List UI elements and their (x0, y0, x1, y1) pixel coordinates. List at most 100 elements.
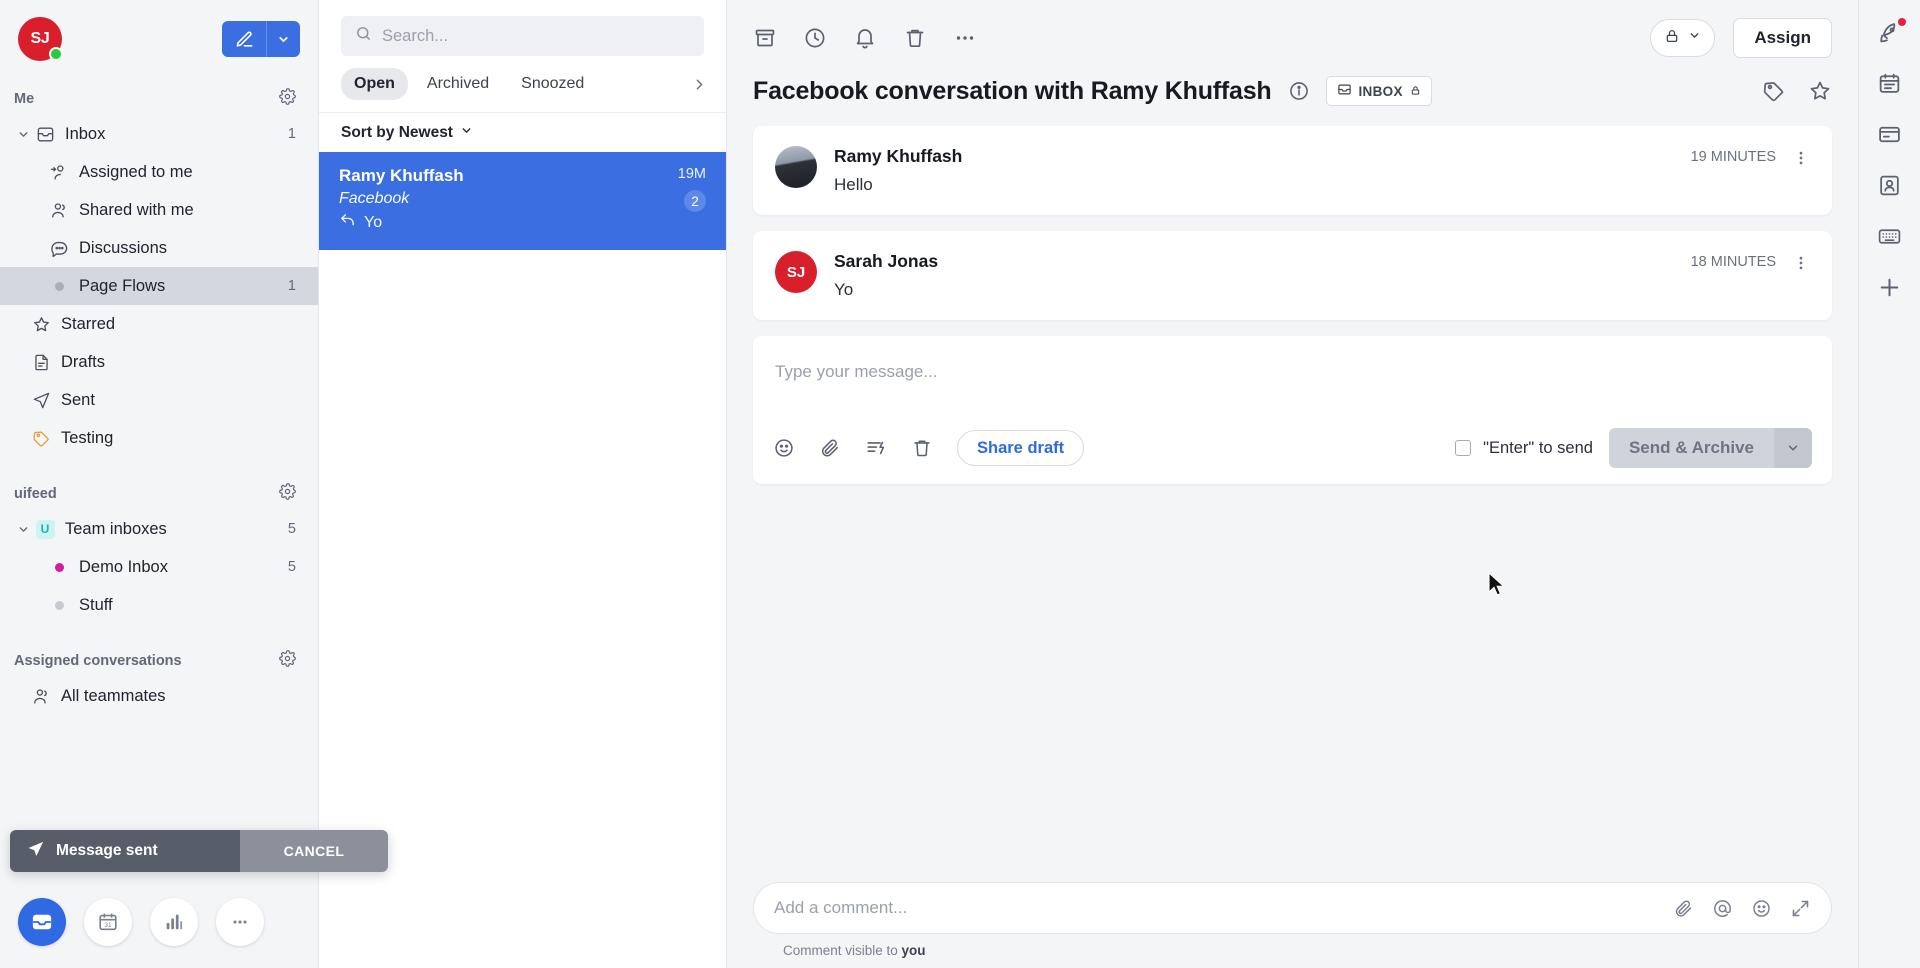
bell-icon[interactable] (853, 26, 877, 50)
star-icon[interactable] (1808, 79, 1832, 103)
sidebar-item-team-inboxes[interactable]: U Team inboxes 5 (0, 510, 318, 548)
people-icon (46, 201, 72, 220)
sidebar-item-discussions[interactable]: Discussions (0, 229, 318, 267)
dock-more-icon[interactable] (216, 898, 264, 946)
sidebar-item-stuff[interactable]: Stuff (0, 586, 318, 624)
message-input[interactable]: Type your message... (753, 336, 1832, 428)
message-author: Sarah Jonas (834, 251, 939, 271)
toast-text: Message sent (56, 842, 158, 859)
contact-icon[interactable] (1877, 173, 1902, 198)
search-box[interactable] (341, 16, 704, 56)
sidebar-item-label: Sent (61, 390, 95, 409)
conversation-snippet-text: Yo (364, 214, 383, 231)
sidebar-item-sent[interactable]: Sent (0, 381, 318, 419)
plus-icon[interactable] (1877, 275, 1902, 300)
gear-icon[interactable] (279, 650, 296, 671)
inbox-icon (32, 125, 58, 144)
compose-button[interactable] (222, 21, 266, 57)
canned-response-icon[interactable] (865, 437, 887, 459)
sidebar-item-assigned-to-me[interactable]: Assigned to me (0, 153, 318, 191)
sidebar-item-drafts[interactable]: Drafts (0, 343, 318, 381)
dock-analytics-icon[interactable] (150, 898, 198, 946)
tab-open[interactable]: Open (341, 68, 408, 100)
emoji-icon[interactable] (1751, 898, 1772, 919)
sidebar-item-demo-inbox[interactable]: Demo Inbox 5 (0, 548, 318, 586)
dock-inbox-icon[interactable] (18, 898, 66, 946)
sidebar-item-inbox[interactable]: Inbox 1 (0, 115, 318, 153)
keyboard-icon[interactable] (1877, 224, 1902, 249)
conversation-toolbar: Assign (727, 0, 1858, 76)
inbox-chip[interactable]: INBOX (1325, 76, 1432, 106)
avatar[interactable]: SJ (18, 17, 63, 61)
calendar-day-icon[interactable] (1877, 71, 1902, 96)
notification-dot (1898, 18, 1906, 26)
gear-icon[interactable] (279, 483, 296, 504)
toolbar-right: Assign (1650, 18, 1832, 58)
expand-icon[interactable] (1790, 898, 1811, 919)
compose-dropdown-button[interactable] (266, 21, 300, 57)
sidebar-item-label: Shared with me (79, 200, 194, 219)
comment-input[interactable]: Add a comment... (774, 898, 1655, 918)
send-icon (27, 840, 45, 863)
list-item[interactable]: Ramy Khuffash Facebook Yo 19M 2 (319, 152, 726, 250)
sidebar-item-all-teammates[interactable]: All teammates (0, 677, 318, 715)
sidebar-item-label: Drafts (61, 352, 106, 371)
message-thread: Ramy Khuffash Hello 19 MINUTES SJ Sarah … (727, 126, 1858, 882)
chevron-down-icon[interactable] (14, 128, 32, 141)
message-timestamp: 18 MINUTES (1690, 254, 1776, 270)
trash-icon[interactable] (911, 437, 933, 459)
rocket-icon[interactable] (1877, 18, 1906, 45)
sidebar-item-page-flows[interactable]: Page Flows 1 (0, 267, 318, 305)
visibility-lock-button[interactable] (1650, 19, 1716, 57)
trash-icon[interactable] (903, 26, 927, 50)
more-horizontal-icon[interactable] (953, 26, 977, 50)
attachment-icon[interactable] (819, 437, 841, 459)
sidebar-item-testing[interactable]: Testing (0, 419, 318, 457)
conversation-list: Open Archived Snoozed Sort by Newest Ram… (319, 0, 727, 968)
chevron-down-icon[interactable] (14, 523, 32, 536)
enter-to-send-label: "Enter" to send (1483, 438, 1593, 457)
message-more-icon[interactable] (1792, 149, 1810, 167)
comment-dock: Add a comment... Comment visible to you (727, 882, 1858, 968)
enter-to-send-toggle[interactable]: "Enter" to send (1455, 439, 1593, 458)
sidebar-section-title: Assigned conversations (14, 652, 182, 669)
tab-archived[interactable]: Archived (414, 68, 502, 100)
message-body: Ramy Khuffash Hello (834, 146, 1674, 195)
send-options-button[interactable] (1774, 428, 1812, 468)
info-icon[interactable] (1288, 80, 1310, 102)
search-input[interactable] (382, 26, 690, 46)
dot-icon (46, 562, 72, 572)
share-draft-button[interactable]: Share draft (957, 430, 1085, 466)
assign-button[interactable]: Assign (1733, 18, 1832, 58)
dock-calendar-icon[interactable]: 31 (84, 898, 132, 946)
sort-dropdown[interactable]: Sort by Newest (319, 113, 726, 152)
avatar: SJ (775, 251, 817, 293)
composer-toolbar: Share draft "Enter" to send Send & Archi… (753, 428, 1832, 484)
snooze-clock-icon[interactable] (803, 26, 827, 50)
card-icon[interactable] (1877, 122, 1902, 147)
attachment-icon[interactable] (1673, 898, 1694, 919)
gear-icon[interactable] (279, 88, 296, 109)
toast-cancel-button[interactable]: CANCEL (240, 830, 388, 872)
search-container (319, 0, 726, 66)
sidebar-header: SJ (0, 0, 318, 72)
chevron-right-icon[interactable] (687, 72, 712, 97)
sidebar-item-shared-with-me[interactable]: Shared with me (0, 191, 318, 229)
toast-body: Message sent (10, 830, 240, 872)
header-actions (1762, 79, 1832, 103)
sidebar: SJ Me Inbox 1 Assigned to me Shared with… (0, 0, 388, 968)
archive-icon[interactable] (753, 26, 777, 50)
comment-box[interactable]: Add a comment... (753, 882, 1832, 934)
sidebar-item-starred[interactable]: Starred (0, 305, 318, 343)
message-more-icon[interactable] (1792, 254, 1810, 272)
send-and-archive-button[interactable]: Send & Archive (1608, 428, 1774, 468)
conversation-channel: Facebook (339, 190, 410, 207)
tag-icon[interactable] (1762, 79, 1786, 103)
mention-icon[interactable] (1712, 898, 1733, 919)
emoji-icon[interactable] (773, 437, 795, 459)
tab-snoozed[interactable]: Snoozed (508, 68, 597, 100)
page-title: Facebook conversation with Ramy Khuffash (753, 76, 1272, 105)
unread-count-badge: 2 (684, 190, 706, 212)
checkbox-icon[interactable] (1455, 440, 1472, 456)
sidebar-item-label: Discussions (79, 238, 168, 257)
